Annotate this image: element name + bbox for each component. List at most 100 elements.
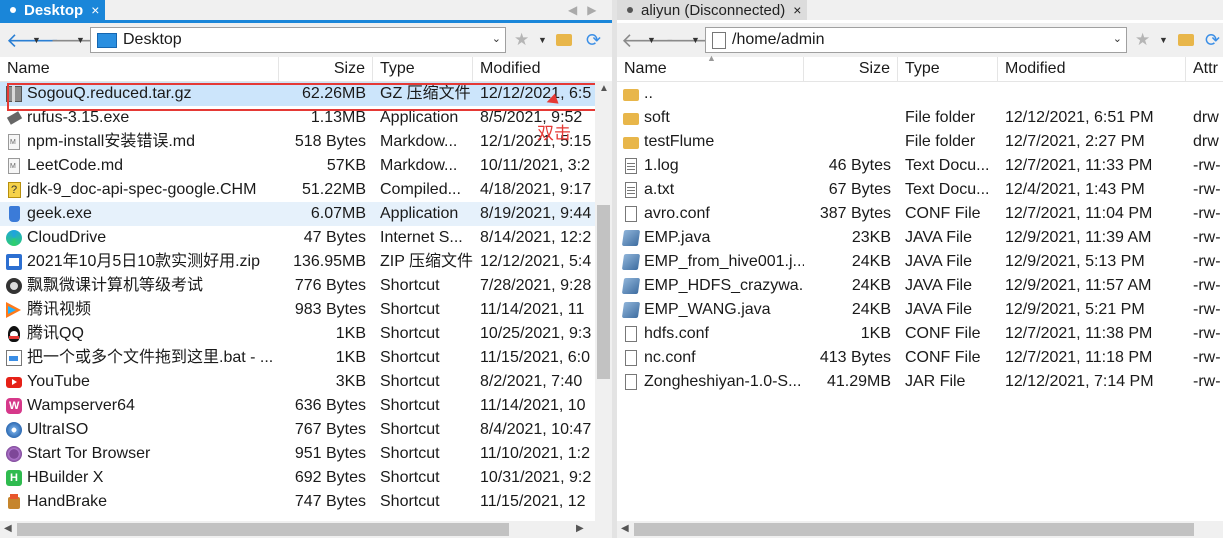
file-type-text: JAVA File (905, 229, 972, 246)
file-name-text: a.txt (644, 181, 675, 198)
file-row[interactable]: hdfs.conf 1KB CONF File 12/7/2021, 11:38 PM… (617, 322, 1223, 346)
file-row[interactable]: H HBuilder X 692 Bytes Shortcut 10/31/2021, … (0, 466, 612, 490)
file-row[interactable]: Start Tor Browser 951 Bytes Shortcut 11/10/… (0, 442, 612, 466)
file-row[interactable]: .. (617, 82, 1223, 106)
file-type-text: File folder (905, 109, 976, 126)
file-row[interactable]: 1.log 46 Bytes Text Docu... 12/7/2021, 11:3… (617, 154, 1223, 178)
file-type-cell: JAVA File (898, 298, 998, 322)
file-row[interactable]: geek.exe 6.07MB Application 8/19/2021, 9:44 (0, 202, 612, 226)
file-row[interactable]: UltraISO 767 Bytes Shortcut 8/4/2021, 10:47 (0, 418, 612, 442)
tab-scroll-right-icon[interactable]: ▶ (587, 3, 596, 17)
column-name[interactable]: Name (0, 57, 279, 81)
file-row[interactable]: HandBrake 747 Bytes Shortcut 11/15/2021, 12 (0, 490, 612, 514)
file-row[interactable]: M LeetCode.md 57KB Markdow... 10/11/2021, 3:… (0, 154, 612, 178)
left-horizontal-scrollbar[interactable]: ◀ ▶ (0, 521, 612, 538)
file-row[interactable]: 2021年10月5日10款实测好用.zip 136.95MB ZIP 压缩文件 12/… (0, 250, 612, 274)
left-vertical-scrollbar[interactable]: ▲ (595, 81, 612, 521)
file-modified-text: 12/1/2021, 5:15 (480, 133, 592, 150)
file-modified-text: 10/31/2021, 9:2 (480, 469, 592, 486)
address-dropdown-icon[interactable]: ⌄ (1113, 32, 1122, 45)
column-type[interactable]: Type (898, 57, 998, 81)
file-type-text: Shortcut (380, 349, 440, 366)
column-type[interactable]: Type (373, 57, 473, 81)
right-horizontal-scrollbar[interactable]: ◀ (617, 521, 1223, 538)
file-attr-text: -rw- (1193, 373, 1221, 390)
file-row[interactable]: CloudDrive 47 Bytes Internet S... 8/14/2021… (0, 226, 612, 250)
file-row[interactable]: EMP_WANG.java 24KB JAVA File 12/9/2021, 5:2… (617, 298, 1223, 322)
file-size-cell: 387 Bytes (804, 202, 898, 226)
file-modified-cell: 12/12/2021, 5:4 (473, 250, 595, 274)
file-row[interactable]: avro.conf 387 Bytes CONF File 12/7/2021, 11… (617, 202, 1223, 226)
file-row[interactable]: EMP_from_hive001.j... 24KB JAVA File 12/9/2… (617, 250, 1223, 274)
file-row[interactable]: a.txt 67 Bytes Text Docu... 12/4/2021, 1:43… (617, 178, 1223, 202)
left-hscroll-thumb[interactable] (17, 523, 509, 536)
file-row[interactable]: EMP_HDFS_crazywa... 24KB JAVA File 12/9/202… (617, 274, 1223, 298)
file-row[interactable]: soft File folder 12/12/2021, 6:51 PM drw (617, 106, 1223, 130)
forward-dropdown-icon[interactable]: ▼ (76, 29, 85, 51)
column-modified[interactable]: Modified (998, 57, 1186, 81)
column-modified[interactable]: Modified (473, 57, 612, 81)
file-size-cell: 747 Bytes (279, 490, 373, 514)
file-row[interactable]: W Wampserver64 636 Bytes Shortcut 11/14/2021… (0, 394, 612, 418)
file-row[interactable]: ? jdk-9_doc-api-spec-google.CHM 51.22MB Com… (0, 178, 612, 202)
file-type-cell: Shortcut (373, 490, 473, 514)
address-bar[interactable]: /home/admin ⌄ (705, 27, 1127, 53)
right-hscroll-thumb[interactable] (634, 523, 1194, 536)
bookmark-dropdown-icon[interactable]: ▼ (1159, 29, 1168, 51)
file-row[interactable]: 腾讯QQ 1KB Shortcut 10/25/2021, 9:3 (0, 322, 612, 346)
file-row[interactable]: testFlume File folder 12/7/2021, 2:27 PM dr… (617, 130, 1223, 154)
column-attr[interactable]: Attr (1186, 57, 1223, 81)
file-name-cell: H HBuilder X (0, 466, 279, 490)
tab-close-icon[interactable]: × (91, 2, 99, 18)
bookmark-star-icon[interactable]: ★ (514, 29, 529, 51)
back-dropdown-icon[interactable]: ▼ (647, 29, 656, 51)
file-size-cell: 136.95MB (279, 250, 373, 274)
file-row[interactable]: nc.conf 413 Bytes CONF File 12/7/2021, 11:1… (617, 346, 1223, 370)
file-row[interactable]: 把一个或多个文件拖到这里.bat - ... 1KB Shortcut 11/15/2… (0, 346, 612, 370)
file-modified-text: 10/11/2021, 3:2 (480, 157, 591, 174)
java-file-icon (621, 302, 641, 318)
file-size-text: 1.13MB (310, 109, 366, 126)
file-row[interactable]: EMP.java 23KB JAVA File 12/9/2021, 11:39 AM… (617, 226, 1223, 250)
sort-ascending-icon: ▲ (707, 53, 716, 63)
file-row[interactable]: Mnpm-install安装错误.md 518 Bytes Markdow... 12… (0, 130, 612, 154)
tab-close-icon[interactable]: × (793, 2, 801, 18)
file-size-cell: 41.29MB (804, 370, 898, 394)
file-size-cell: 951 Bytes (279, 442, 373, 466)
blank-file-icon (623, 206, 639, 222)
scroll-left-icon[interactable]: ◀ (621, 523, 629, 534)
home-folder-icon[interactable] (556, 29, 572, 51)
scroll-left-icon[interactable]: ◀ (4, 523, 12, 534)
forward-dropdown-icon[interactable]: ▼ (691, 29, 700, 51)
tencent-video-icon (6, 302, 22, 318)
file-type-cell: Text Docu... (898, 178, 998, 202)
tab-scroll-left-icon[interactable]: ◀ (568, 3, 577, 17)
scroll-right-icon[interactable]: ▶ (576, 523, 584, 534)
scroll-up-icon[interactable]: ▲ (599, 83, 609, 94)
tab-aliyun[interactable]: aliyun (Disconnected) × (617, 0, 808, 20)
bookmark-dropdown-icon[interactable]: ▼ (538, 29, 547, 51)
address-text: /home/admin (732, 31, 825, 48)
tab-desktop[interactable]: Desktop × (0, 0, 106, 20)
file-modified-text: 10/25/2021, 9:3 (480, 325, 592, 342)
file-name-cell: ? jdk-9_doc-api-spec-google.CHM (0, 178, 279, 202)
file-name-text: EMP.java (644, 229, 711, 246)
home-folder-icon[interactable] (1178, 29, 1194, 51)
address-bar[interactable]: Desktop ⌄ (90, 27, 506, 53)
left-vscroll-thumb[interactable] (597, 205, 610, 379)
file-row[interactable]: YouTube 3KB Shortcut 8/2/2021, 7:40 (0, 370, 612, 394)
file-type-text: CONF File (905, 325, 981, 342)
file-row[interactable]: 腾讯视频 983 Bytes Shortcut 11/14/2021, 11 (0, 298, 612, 322)
column-size[interactable]: Size (279, 57, 373, 81)
back-dropdown-icon[interactable]: ▼ (32, 29, 41, 51)
file-row[interactable]: 飘飘微课计算机等级考试 776 Bytes Shortcut 7/28/2021, 9… (0, 274, 612, 298)
file-row[interactable]: Zongheshiyan-1.0-S... 41.29MB JAR File 12/1… (617, 370, 1223, 394)
qq-icon (6, 326, 22, 342)
file-type-cell: JAVA File (898, 274, 998, 298)
column-size[interactable]: Size (804, 57, 898, 81)
address-dropdown-icon[interactable]: ⌄ (492, 32, 501, 45)
refresh-icon[interactable]: ⟳ (1205, 29, 1220, 51)
refresh-icon[interactable]: ⟳ (586, 29, 601, 51)
bookmark-star-icon[interactable]: ★ (1135, 29, 1150, 51)
file-name-cell: 飘飘微课计算机等级考试 (0, 274, 279, 298)
